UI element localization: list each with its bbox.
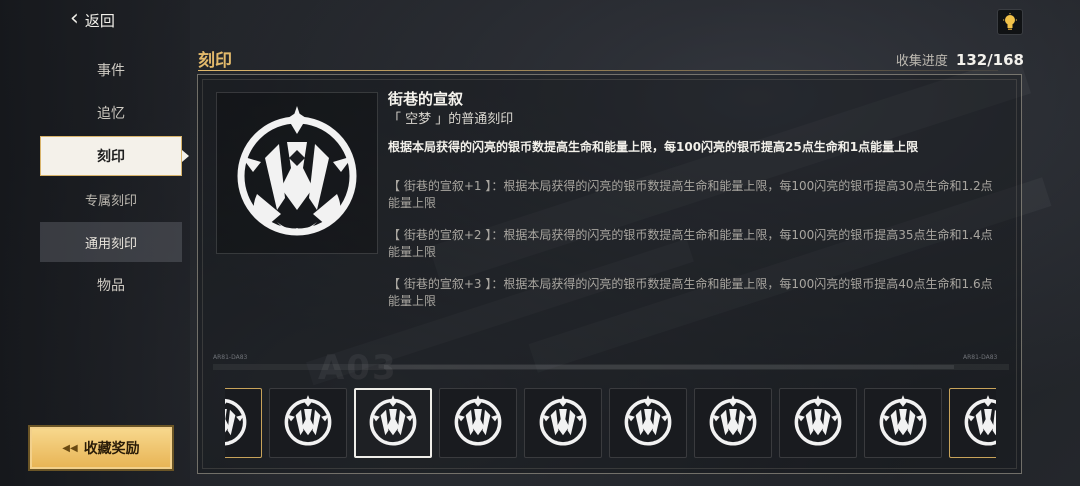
imprint-emblem-icon [789, 392, 847, 454]
imprint-emblem-icon [237, 106, 357, 236]
imprint-slot[interactable] [949, 388, 996, 458]
imprint-slot[interactable] [439, 388, 517, 458]
imprint-emblem-icon [534, 392, 592, 454]
imprint-emblem-icon [874, 392, 932, 454]
hint-button[interactable] [997, 9, 1023, 35]
reward-label: 收藏奖励 [83, 441, 140, 457]
progress-value: 132/168 [955, 51, 1024, 69]
lightbulb-icon [1003, 13, 1017, 30]
strip-code-right: AR81-DA83 [963, 354, 998, 361]
page-title: 刻印 [198, 51, 232, 71]
collection-progress: 收集进度 132/168 [896, 50, 1024, 69]
imprint-tier-1: 【 街巷的宣叙+1 】：根据本局获得的闪亮的银币数提高生命和能量上限，每100闪… [388, 179, 993, 210]
sidebar-item-label: 事件 [97, 63, 125, 79]
sidebar-item-label: 专属刻印 [84, 193, 137, 209]
imprint-emblem-icon [959, 392, 996, 454]
imprint-emblem-icon [619, 392, 677, 454]
imprint-preview [216, 92, 378, 254]
imprint-slot[interactable] [779, 388, 857, 458]
back-label: 返回 [84, 11, 115, 30]
back-button[interactable]: ‹ 返回 [70, 8, 115, 32]
imprint-slot[interactable] [864, 388, 942, 458]
double-chevron-left-icon: ◀◀ [62, 442, 78, 454]
sidebar-item-imprints[interactable]: 刻印 [40, 136, 189, 176]
imprint-tier-3: 【 街巷的宣叙+3 】：根据本局获得的闪亮的银币数提高生命和能量上限，每100闪… [388, 277, 993, 308]
imprint-emblem-icon [279, 392, 337, 454]
sidebar-item-general-imprints[interactable]: 通用刻印 [40, 222, 182, 262]
strip-code-left: AR81-DA83 [213, 354, 248, 361]
imprint-emblem-icon [449, 392, 507, 454]
imprint-slot[interactable] [609, 388, 687, 458]
imprint-name: 街巷的宣叙 [388, 90, 464, 108]
imprint-slot[interactable] [354, 388, 432, 458]
imprint-subtitle: 「 空梦 」的普通刻印 [388, 112, 514, 127]
imprint-slot[interactable] [524, 388, 602, 458]
imprint-tier-2: 【 街巷的宣叙+2 】：根据本局获得的闪亮的银币数提高生命和能量上限，每100闪… [388, 228, 993, 259]
chevron-left-icon: ‹ [70, 6, 79, 31]
progress-label: 收集进度 [895, 54, 948, 69]
title-divider [198, 70, 998, 71]
imprint-emblem-icon [704, 392, 762, 454]
imprint-slot[interactable] [694, 388, 772, 458]
sidebar: ‹ 返回 事件 追忆 刻印 专属刻印 通用刻印 物品 ◀◀ 收藏奖励 [0, 0, 190, 486]
sidebar-item-memories[interactable]: 追忆 [40, 93, 182, 133]
sidebar-item-label: 刻印 [97, 149, 125, 165]
imprint-slot-list [225, 387, 996, 459]
sidebar-item-exclusive-imprints[interactable]: 专属刻印 [40, 179, 182, 219]
imprint-emblem-icon [225, 392, 252, 454]
imprint-emblem-icon [364, 392, 422, 454]
strip-bar [384, 365, 954, 369]
imprint-slot[interactable] [269, 388, 347, 458]
sidebar-item-items[interactable]: 物品 [40, 265, 182, 305]
sidebar-item-label: 物品 [97, 278, 125, 294]
imprint-slot[interactable] [225, 388, 262, 458]
collection-reward-button[interactable]: ◀◀ 收藏奖励 [30, 427, 172, 469]
imprint-description: 根据本局获得的闪亮的银币数提高生命和能量上限，每100闪亮的银币提高25点生命和… [388, 140, 919, 154]
sidebar-item-events[interactable]: 事件 [40, 50, 182, 90]
sidebar-item-label: 通用刻印 [84, 236, 137, 252]
sidebar-item-label: 追忆 [97, 106, 125, 122]
